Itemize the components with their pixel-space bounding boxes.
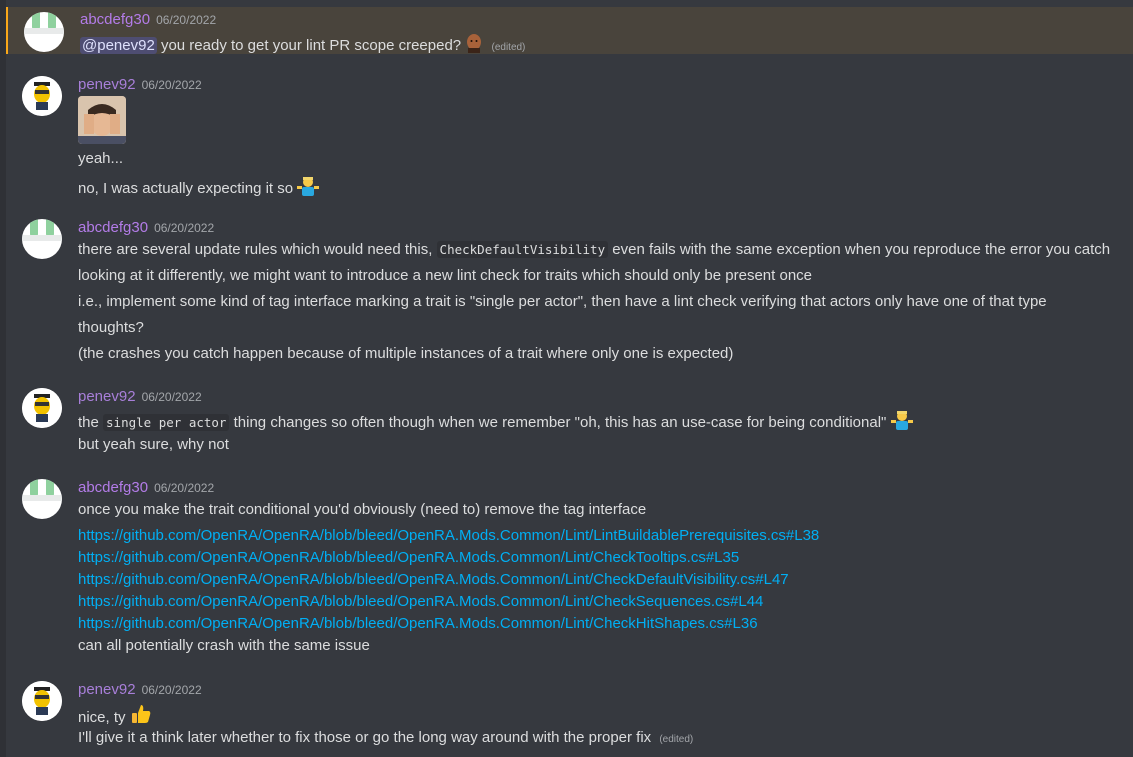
message-text: thoughts?: [78, 319, 144, 336]
message-text: thing changes so often though when we re…: [233, 414, 887, 431]
avatar[interactable]: [24, 12, 64, 52]
timestamp: 06/20/2022: [156, 13, 217, 27]
shrug-icon: [297, 176, 320, 200]
message-group[interactable]: abcdefg30 06/20/2022 there are several up…: [6, 213, 1133, 368]
inline-code: CheckDefaultVisibility: [436, 241, 609, 258]
message-text: looking at it differently, we might want…: [78, 267, 813, 284]
username[interactable]: abcdefg30: [78, 219, 148, 236]
username[interactable]: abcdefg30: [78, 479, 148, 496]
github-link[interactable]: https://github.com/OpenRA/OpenRA/blob/bl…: [78, 527, 819, 544]
avatar[interactable]: [22, 479, 62, 519]
message-text: nice, ty: [78, 709, 126, 726]
message-content: the single per actor thing changes so of…: [78, 410, 913, 434]
thumbs-up-icon: [130, 703, 152, 729]
message-text: there are several update rules which wou…: [78, 241, 433, 258]
message-text: no, I was actually expecting it so: [78, 180, 294, 197]
message-group[interactable]: penev92 06/20/2022 nice, ty I'll give it …: [6, 675, 1133, 757]
timestamp: 06/20/2022: [141, 683, 202, 697]
user-mention[interactable]: @penev92: [80, 37, 157, 54]
inline-code: single per actor: [103, 414, 230, 431]
message-text: you ready to get your lint PR scope cree…: [160, 37, 462, 54]
avatar[interactable]: [22, 76, 62, 116]
message-text: (the crashes you catch happen because of…: [78, 345, 734, 362]
avatar[interactable]: [22, 219, 62, 259]
github-link[interactable]: https://github.com/OpenRA/OpenRA/blob/bl…: [78, 549, 739, 566]
message-content: @penev92 you ready to get your lint PR s…: [80, 33, 525, 57]
message-content: no, I was actually expecting it so: [78, 176, 320, 200]
message-text: I'll give it a think later whether to fi…: [78, 729, 652, 746]
avatar[interactable]: [22, 388, 62, 428]
bald-man-face-icon: [465, 33, 483, 57]
username[interactable]: abcdefg30: [80, 11, 150, 28]
timestamp: 06/20/2022: [154, 221, 215, 235]
timestamp: 06/20/2022: [141, 78, 202, 92]
message-content: nice, ty: [78, 703, 152, 729]
message-text: i.e., implement some kind of tag interfa…: [78, 293, 1047, 310]
timestamp: 06/20/2022: [141, 390, 202, 404]
message-group[interactable]: abcdefg30 06/20/2022 once you make the tr…: [6, 473, 1133, 663]
edited-marker: (edited): [659, 734, 694, 745]
message-text: once you make the trait conditional you'…: [78, 501, 647, 518]
github-link[interactable]: https://github.com/OpenRA/OpenRA/blob/bl…: [78, 571, 789, 588]
message-text: but yeah sure, why not: [78, 436, 229, 453]
edited-marker: (edited): [491, 42, 526, 53]
username[interactable]: penev92: [78, 388, 136, 405]
message-text: the: [78, 414, 99, 431]
message-text: yeah...: [78, 150, 124, 167]
message-group[interactable]: penev92 06/20/2022 yeah... no, I was actu…: [6, 70, 1133, 200]
message-group[interactable]: abcdefg30 06/20/2022 @penev92 you ready t…: [6, 7, 1133, 54]
message-text: even fails with the same exception when …: [612, 241, 1111, 258]
message-content: there are several update rules which wou…: [78, 241, 1110, 258]
message-group[interactable]: penev92 06/20/2022 the single per actor t…: [6, 382, 1133, 462]
message-content: I'll give it a think later whether to fi…: [78, 729, 693, 746]
username[interactable]: penev92: [78, 681, 136, 698]
username[interactable]: penev92: [78, 76, 136, 93]
github-link[interactable]: https://github.com/OpenRA/OpenRA/blob/bl…: [78, 593, 763, 610]
avatar[interactable]: [22, 681, 62, 721]
facepalm-gif[interactable]: [78, 96, 126, 144]
message-text: can all potentially crash with the same …: [78, 637, 370, 654]
shrug-icon: [890, 410, 913, 434]
timestamp: 06/20/2022: [154, 481, 215, 495]
github-link[interactable]: https://github.com/OpenRA/OpenRA/blob/bl…: [78, 615, 758, 632]
